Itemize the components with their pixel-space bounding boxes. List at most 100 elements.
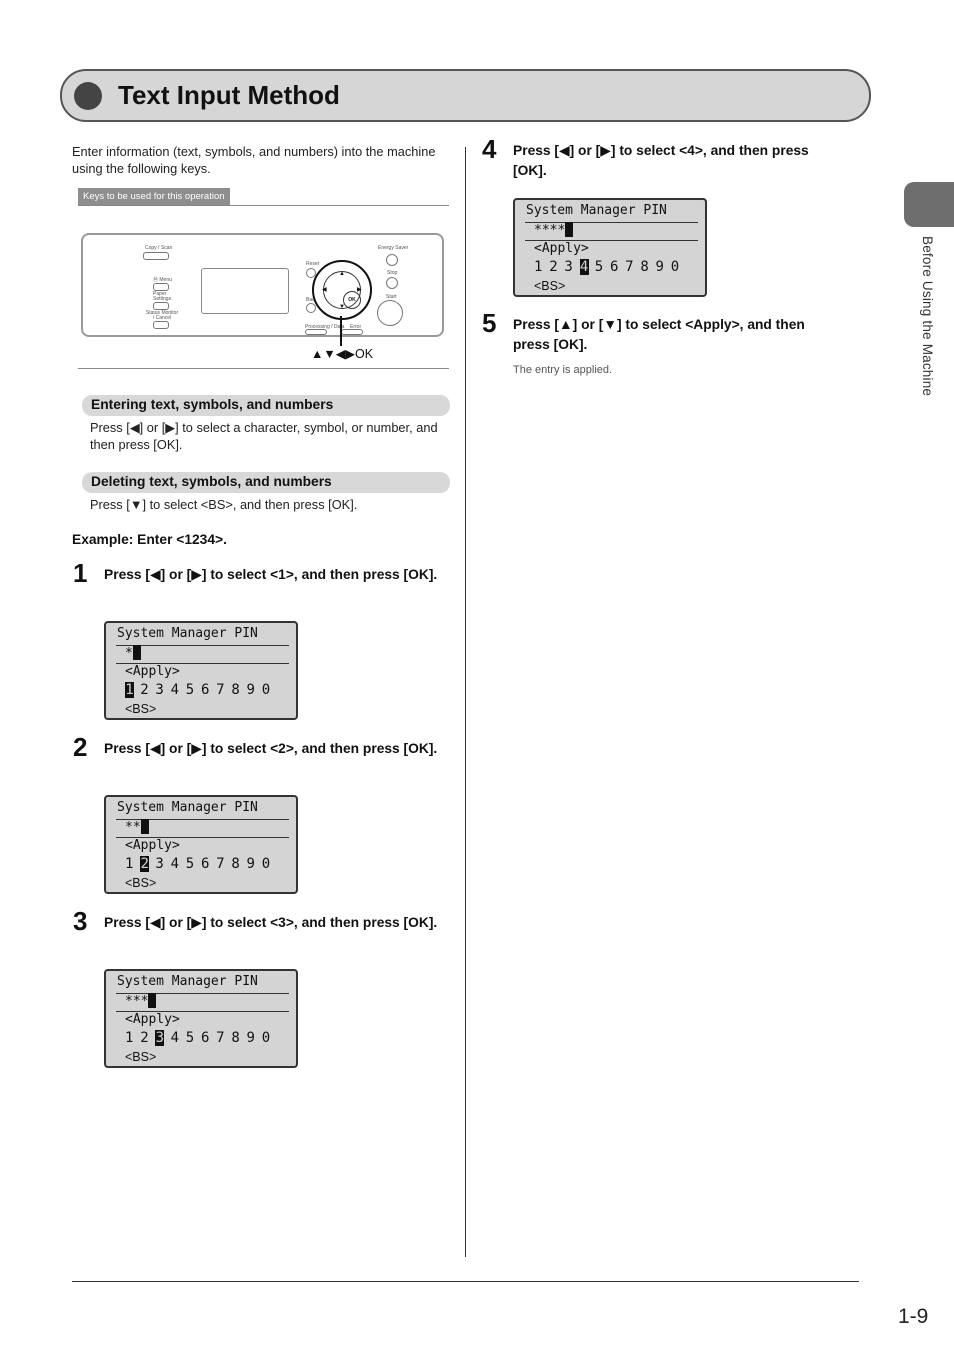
lcd-digit: 4: [579, 259, 589, 275]
lcd-digit: 9: [246, 682, 255, 698]
lcd-apply-option: <Apply>: [125, 838, 180, 853]
lcd-display: System Manager PIN * <Apply> 1 2 3 4 5 6 7 8 9 0 <BS>: [104, 621, 298, 720]
lcd-digit: 9: [246, 1030, 255, 1046]
lcd-digit: 0: [670, 259, 680, 275]
lcd-digit: 1: [125, 856, 134, 872]
example-heading: Example: Enter <1234>.: [72, 532, 227, 547]
lcd-digit: 5: [185, 856, 195, 872]
page-number: 1-9: [898, 1305, 929, 1328]
lcd-digit: 8: [231, 682, 240, 698]
arrow-keys-dpad: OK ▲ ▼ ◀ ▶: [312, 260, 372, 320]
lcd-apply-option: <Apply>: [125, 664, 180, 679]
lcd-bs-option: <BS>: [125, 876, 157, 890]
section-heading-deleting-text: Deleting text, symbols, and numbers: [91, 474, 332, 489]
paper-settings-key: [153, 302, 169, 310]
keys-header: Keys to be used for this operation: [78, 188, 449, 206]
lcd-pin-value: ***: [125, 994, 149, 1009]
lcd-apply-option: <Apply>: [534, 241, 589, 256]
lcd-digit: 6: [200, 1030, 210, 1046]
lcd-digit: 6: [200, 856, 210, 872]
step-number: 3: [73, 906, 88, 936]
lcd-digit: 2: [140, 856, 150, 872]
lcd-display: System Manager PIN **** <Apply> 1 2 3 4 5 6 7 8 9 0 <…: [513, 198, 707, 297]
status-monitor-label: Status Monitor / Cancel: [145, 310, 179, 321]
lcd-digit: 2: [549, 259, 558, 275]
lcd-pin-entry: **: [125, 819, 149, 836]
panel-display: [201, 268, 289, 314]
lcd-cursor: [140, 819, 149, 834]
lcd-bs-option: <BS>: [125, 1050, 157, 1064]
lcd-display: System Manager PIN ** <Apply> 1 2 3 4 5 6 7 8 9 0 <BS…: [104, 795, 298, 894]
step-text: Press [◀] or [▶] to select <1>, and then…: [104, 567, 438, 582]
lcd-digit: 8: [640, 259, 649, 275]
lcd-digit: 3: [155, 1030, 165, 1046]
menu-label: Ⓜ Menu: [153, 277, 172, 283]
lcd-title: System Manager PIN: [526, 203, 667, 218]
callout-line: [340, 316, 342, 346]
lcd-cursor: [132, 645, 141, 660]
step-number: 5: [482, 308, 497, 338]
lcd-digit: 0: [261, 682, 271, 698]
step-text: Press [◀] or [▶] to select <3>, and then…: [104, 915, 438, 930]
lcd-digit: 9: [246, 856, 255, 872]
lcd-digit: 7: [216, 682, 225, 698]
lcd-digit: 4: [170, 856, 179, 872]
lcd-title: System Manager PIN: [117, 626, 258, 641]
right-arrow-icon: ▶: [357, 287, 362, 293]
step-number: 4: [482, 134, 497, 164]
lcd-digit-row: 1234567890: [125, 682, 277, 698]
lcd-digit: 2: [140, 682, 149, 698]
lcd-digit: 3: [155, 856, 164, 872]
lcd-digit: 7: [625, 259, 634, 275]
keys-caption: ▲▼◀▶OK: [311, 347, 374, 361]
ok-key: OK: [343, 291, 361, 309]
title-bar: Text Input Method: [60, 69, 871, 122]
lcd-digit: 8: [231, 1030, 240, 1046]
reset-label: Reset: [306, 261, 320, 267]
lcd-pin-value: ****: [534, 223, 566, 238]
lcd-digit: 3: [155, 682, 164, 698]
step-number: 2: [73, 732, 88, 762]
step-text: Press [◀] or [▶] to select <2>, and then…: [104, 741, 438, 756]
lcd-pin-value: *: [125, 646, 133, 661]
status-monitor-key: [153, 321, 169, 329]
lcd-pin-entry: ***: [125, 993, 157, 1010]
step-text: Press [◀] or [▶] to select <4>, and then…: [513, 143, 809, 178]
operation-panel-illustration: Copy / Scan Ⓜ Menu Paper Settings Status…: [81, 233, 444, 337]
section-body-entering: Press [◀] or [▶] to select a character, …: [90, 420, 438, 452]
column-divider: [465, 147, 466, 1257]
lcd-digit: 3: [564, 259, 573, 275]
lcd-digit-row: 1234567890: [125, 1030, 277, 1046]
back-key: [306, 303, 316, 313]
start-key: [377, 300, 403, 326]
lcd-display: System Manager PIN *** <Apply> 1 2 3 4 5 6 7 8 9 0 <B…: [104, 969, 298, 1068]
section-rule: [78, 368, 449, 369]
lcd-title: System Manager PIN: [117, 974, 258, 989]
lcd-digit: 0: [261, 1030, 271, 1046]
section-body-deleting: Press [▼] to select <BS>, and then press…: [90, 497, 358, 512]
lcd-digit-row: 1234567890: [125, 856, 277, 872]
stop-key: [386, 277, 398, 289]
up-arrow-icon: ▲: [339, 271, 345, 277]
lcd-bs-option: <BS>: [534, 279, 566, 293]
lcd-apply-option: <Apply>: [125, 1012, 180, 1027]
chapter-tab[interactable]: [904, 182, 954, 227]
lcd-digit: 0: [261, 856, 271, 872]
copy-scan-key: [143, 252, 169, 260]
section-heading-deleting: Deleting text, symbols, and numbers: [82, 472, 450, 493]
lcd-cursor: [148, 993, 157, 1008]
lcd-digit: 7: [216, 1030, 225, 1046]
lcd-digit: 2: [140, 1030, 149, 1046]
lcd-digit-row: 1234567890: [534, 259, 686, 275]
intro-text: Enter information (text, symbols, and nu…: [72, 144, 436, 176]
lcd-digit: 5: [594, 259, 604, 275]
energy-saver-key: [386, 254, 398, 266]
lcd-cursor: [565, 222, 574, 237]
left-arrow-icon: ◀: [322, 287, 327, 293]
lcd-pin-entry: *: [125, 645, 141, 662]
section-heading-entering-text: Entering text, symbols, and numbers: [91, 397, 334, 412]
title-bullet-icon: [74, 82, 102, 110]
down-arrow-icon: ▼: [339, 304, 345, 310]
lcd-divider: [116, 645, 289, 646]
step-note: The entry is applied.: [513, 364, 613, 376]
